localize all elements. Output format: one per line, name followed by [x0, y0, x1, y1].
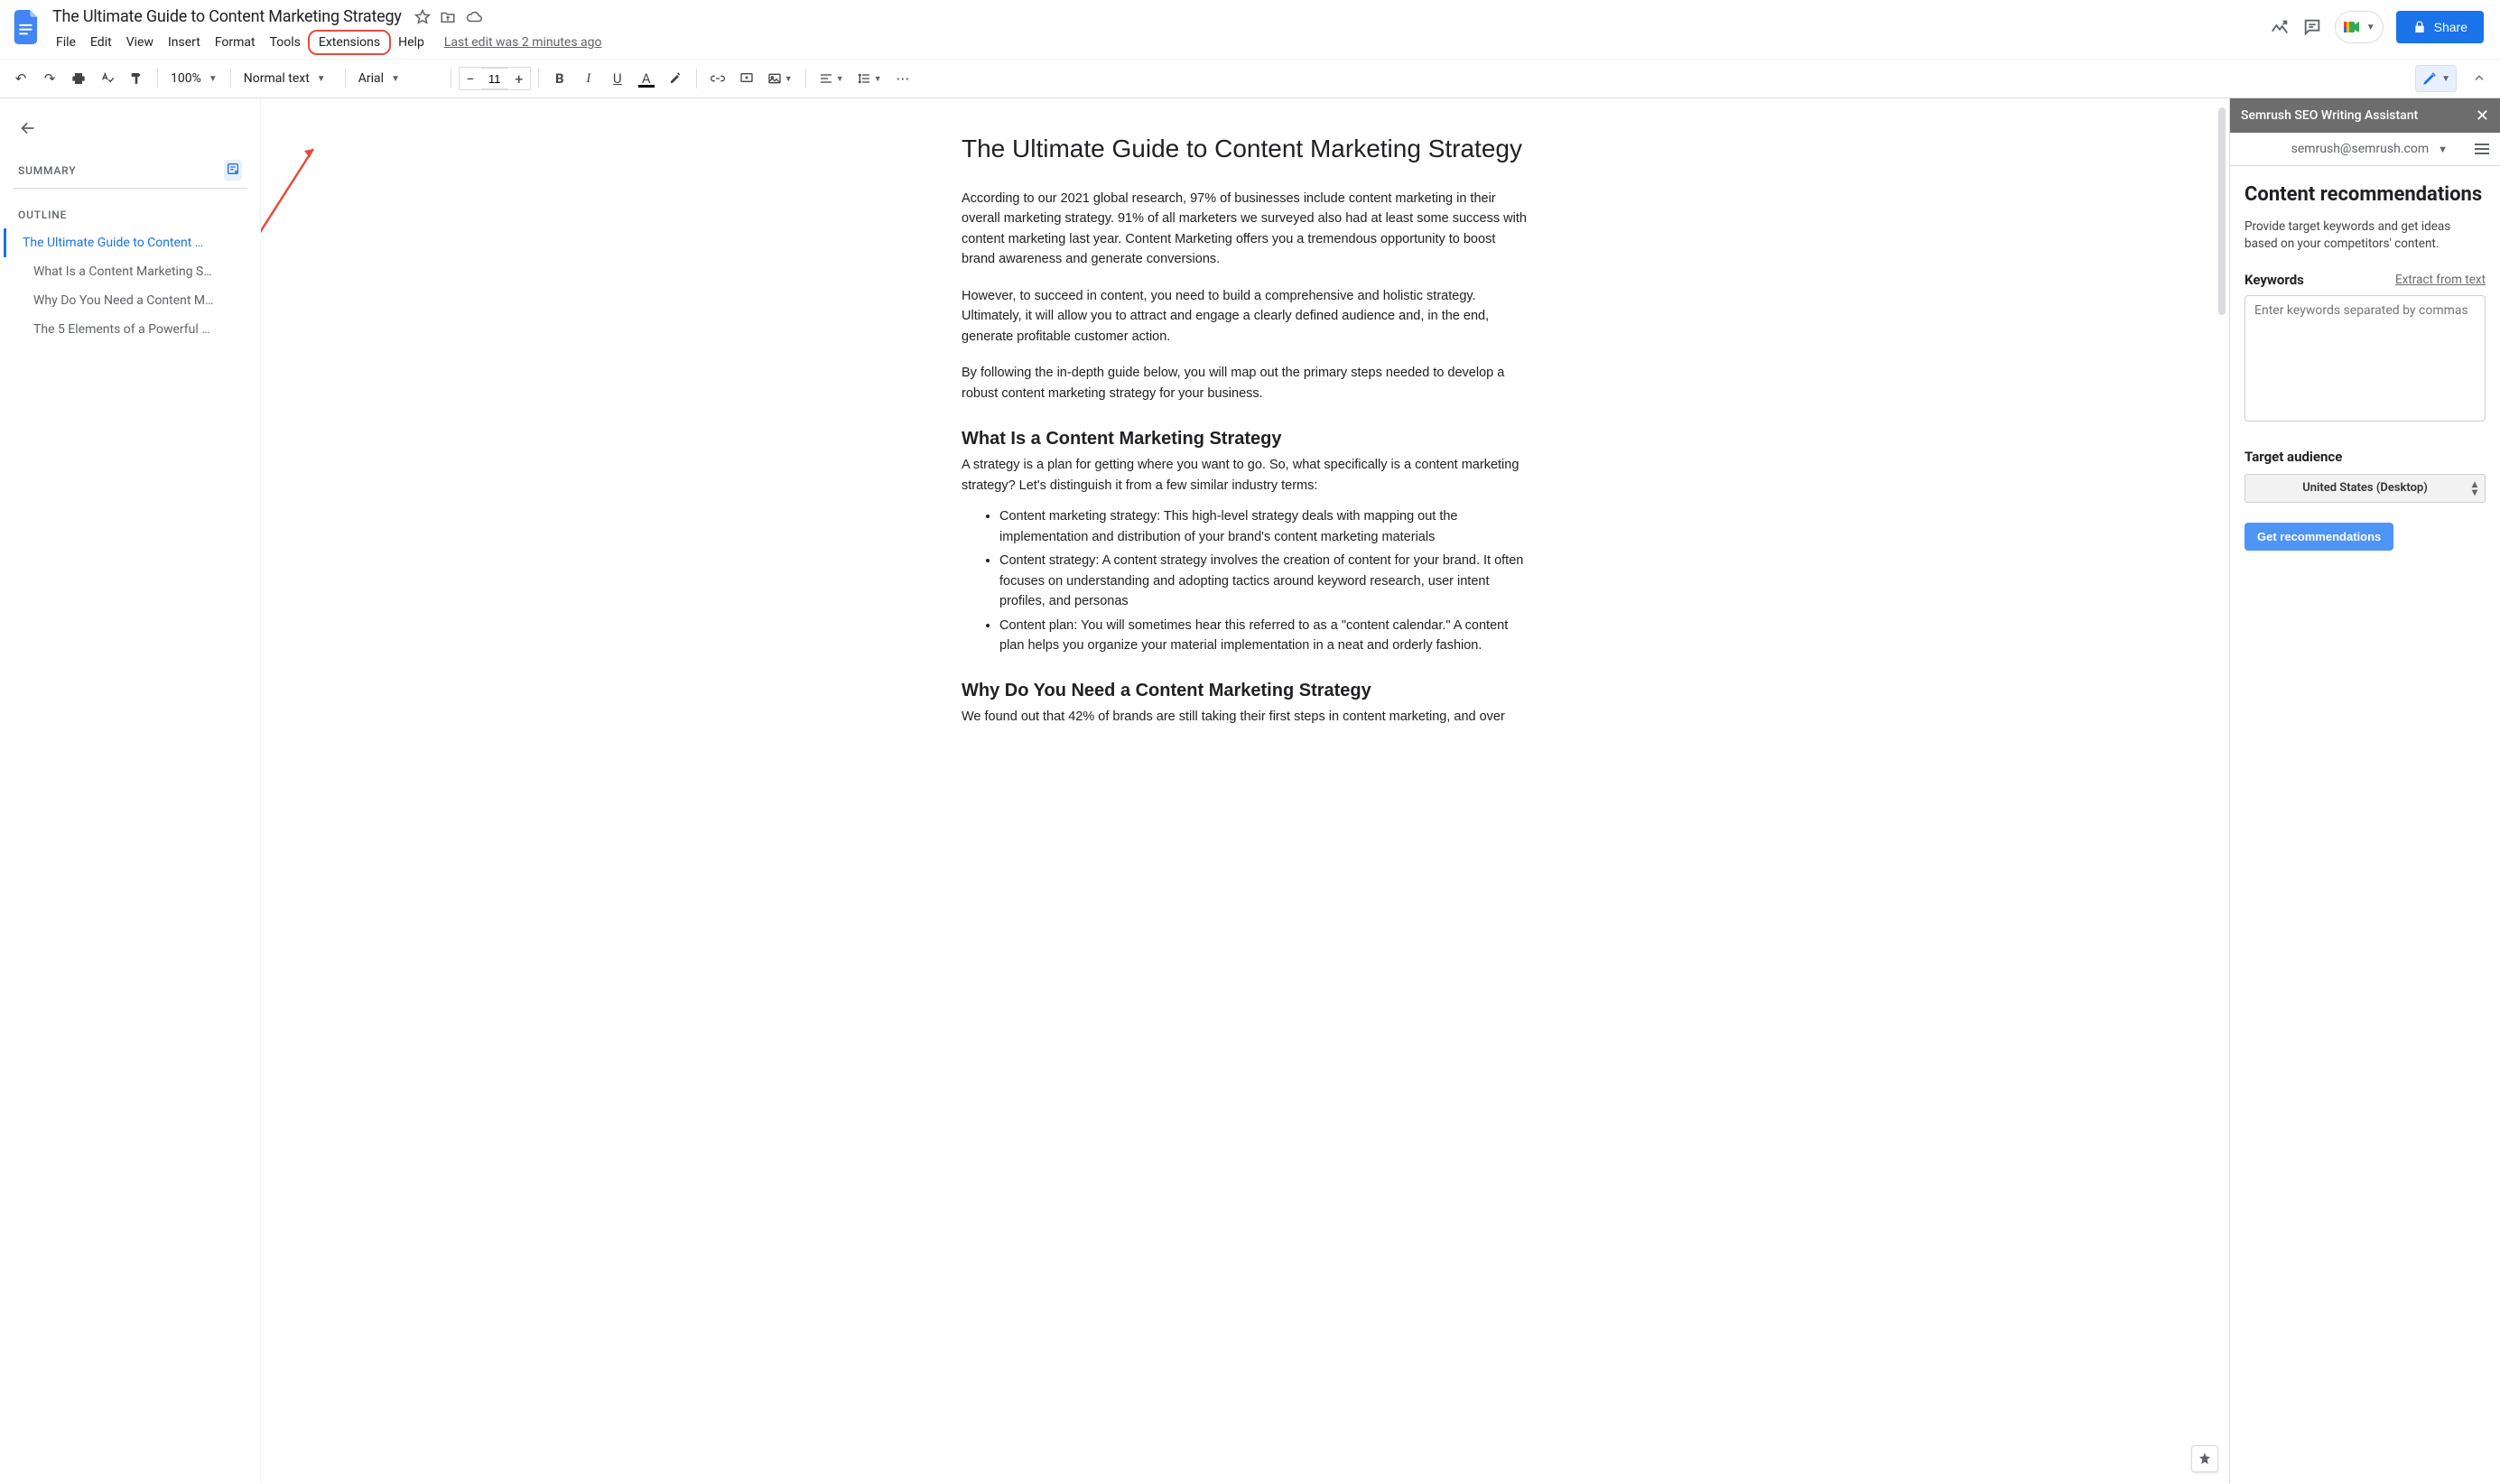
- decrease-font-button[interactable]: −: [460, 70, 481, 88]
- underline-button[interactable]: U: [604, 66, 631, 91]
- zoom-value: 100%: [171, 71, 201, 86]
- keywords-input[interactable]: [2244, 295, 2486, 422]
- semrush-panel: Semrush SEO Writing Assistant ✕ semrush@…: [2229, 98, 2500, 1483]
- redo-button[interactable]: ↷: [36, 66, 63, 91]
- spellcheck-button[interactable]: [94, 66, 121, 91]
- outline-pane: SUMMARY OUTLINE The Ultimate Guide to Co…: [0, 98, 260, 1483]
- list-item[interactable]: Content plan: You will sometimes hear th…: [999, 616, 1529, 656]
- updown-icon: ▴▾: [2472, 480, 2477, 496]
- align-button[interactable]: ▼: [813, 66, 850, 91]
- audience-value: United States (Desktop): [2302, 481, 2428, 495]
- explore-button[interactable]: [2191, 1445, 2218, 1472]
- paragraph-style-dropdown[interactable]: Normal text ▼: [238, 66, 338, 91]
- chevron-down-icon: ▼: [2438, 144, 2448, 155]
- chevron-down-icon: ▼: [209, 74, 218, 84]
- list-item[interactable]: Content strategy: A content strategy inv…: [999, 551, 1529, 611]
- font-size-input[interactable]: [481, 68, 508, 89]
- chevron-down-icon: ▼: [391, 74, 400, 84]
- panel-heading: Content recommendations: [2244, 182, 2486, 208]
- cloud-status-icon[interactable]: [465, 9, 483, 25]
- chevron-down-icon: ▼: [836, 74, 844, 84]
- add-comment-button[interactable]: [733, 66, 760, 91]
- get-recommendations-button[interactable]: Get recommendations: [2244, 523, 2393, 551]
- doc-h2[interactable]: What Is a Content Marketing Strategy: [962, 429, 1529, 450]
- outline-item[interactable]: The 5 Elements of a Powerful …: [4, 315, 247, 344]
- toolbar: ↶ ↷ 100%▼ Normal text▼ Arial▼ − + B I U …: [0, 59, 2500, 98]
- paragraph[interactable]: According to our 2021 global research, 9…: [962, 189, 1529, 270]
- last-edit-link[interactable]: Last edit was 2 minutes ago: [444, 35, 602, 50]
- docs-logo-icon[interactable]: [9, 5, 45, 49]
- bullet-list[interactable]: Content marketing strategy: This high-le…: [962, 506, 1529, 655]
- panel-description: Provide target keywords and get ideas ba…: [2244, 218, 2486, 254]
- menu-bar: File Edit View Insert Format Tools Exten…: [49, 28, 602, 59]
- doc-h1[interactable]: The Ultimate Guide to Content Marketing …: [962, 134, 1529, 163]
- chevron-down-icon: ▼: [2366, 23, 2375, 32]
- extract-from-text-link[interactable]: Extract from text: [2395, 273, 2486, 287]
- doc-h2[interactable]: Why Do You Need a Content Marketing Stra…: [962, 681, 1529, 701]
- paint-format-button[interactable]: [123, 66, 150, 91]
- increase-font-button[interactable]: +: [508, 70, 530, 88]
- chevron-down-icon: ▼: [785, 74, 793, 84]
- menu-extensions[interactable]: Extensions: [308, 30, 391, 55]
- move-icon[interactable]: [440, 9, 456, 25]
- line-spacing-button[interactable]: ▼: [851, 66, 888, 91]
- chevron-down-icon: ▼: [874, 74, 882, 84]
- bold-button[interactable]: B: [546, 66, 573, 91]
- style-value: Normal text: [244, 71, 310, 86]
- print-button[interactable]: [65, 66, 92, 91]
- editing-mode-dropdown[interactable]: ▼: [2415, 65, 2457, 92]
- font-size-stepper[interactable]: − +: [459, 67, 531, 90]
- paragraph[interactable]: A strategy is a plan for getting where y…: [962, 455, 1529, 496]
- annotation-arrow-icon: [260, 142, 324, 259]
- document-title[interactable]: The Ultimate Guide to Content Marketing …: [49, 5, 405, 28]
- keywords-label: Keywords: [2244, 272, 2304, 288]
- star-icon[interactable]: [414, 9, 431, 25]
- italic-button[interactable]: I: [575, 66, 602, 91]
- document-canvas[interactable]: The Ultimate Guide to Content Marketing …: [260, 98, 2229, 1483]
- text-color-button[interactable]: A: [633, 66, 660, 91]
- more-button[interactable]: ⋯: [889, 66, 916, 91]
- outline-item[interactable]: Why Do You Need a Content M…: [4, 286, 247, 315]
- menu-file[interactable]: File: [49, 32, 83, 53]
- paragraph[interactable]: However, to succeed in content, you need…: [962, 286, 1529, 347]
- menu-help[interactable]: Help: [391, 32, 432, 53]
- comments-icon[interactable]: [2302, 17, 2322, 37]
- share-button[interactable]: Share: [2396, 11, 2484, 43]
- add-summary-icon[interactable]: [224, 160, 242, 181]
- menu-format[interactable]: Format: [208, 32, 263, 53]
- activity-icon[interactable]: [2270, 17, 2290, 37]
- hide-menus-button[interactable]: [2466, 66, 2493, 91]
- close-icon[interactable]: ✕: [2476, 107, 2489, 125]
- undo-button[interactable]: ↶: [7, 66, 34, 91]
- outline-item[interactable]: What Is a Content Marketing S…: [4, 257, 247, 286]
- highlight-button[interactable]: [662, 66, 689, 91]
- menu-view[interactable]: View: [119, 32, 161, 53]
- paragraph[interactable]: By following the in-depth guide below, y…: [962, 363, 1529, 403]
- menu-insert[interactable]: Insert: [161, 32, 208, 53]
- font-dropdown[interactable]: Arial ▼: [353, 66, 443, 91]
- audience-select[interactable]: United States (Desktop) ▴▾: [2244, 474, 2486, 503]
- zoom-dropdown[interactable]: 100% ▼: [165, 66, 223, 91]
- meet-button[interactable]: ▼: [2335, 11, 2384, 43]
- chevron-down-icon: ▼: [2441, 74, 2450, 84]
- outline-heading: OUTLINE: [18, 209, 67, 221]
- panel-title: Semrush SEO Writing Assistant: [2241, 108, 2418, 123]
- list-item[interactable]: Content marketing strategy: This high-le…: [999, 506, 1529, 547]
- paragraph[interactable]: We found out that 42% of brands are stil…: [962, 707, 1529, 727]
- menu-tools[interactable]: Tools: [263, 32, 308, 53]
- chevron-down-icon: ▼: [317, 74, 326, 84]
- account-email[interactable]: semrush@semrush.com: [2291, 142, 2430, 156]
- panel-menu-icon[interactable]: [2475, 144, 2489, 154]
- outline-back-button[interactable]: [13, 115, 247, 153]
- summary-heading: SUMMARY: [18, 164, 76, 177]
- scrollbar[interactable]: [2218, 107, 2226, 315]
- share-label: Share: [2434, 20, 2467, 34]
- menu-edit[interactable]: Edit: [83, 32, 119, 53]
- title-bar: The Ultimate Guide to Content Marketing …: [0, 0, 2500, 59]
- insert-link-button[interactable]: [704, 66, 731, 91]
- target-audience-label: Target audience: [2244, 449, 2486, 465]
- insert-image-button[interactable]: ▼: [762, 66, 798, 91]
- font-value: Arial: [358, 71, 384, 86]
- outline-item[interactable]: The Ultimate Guide to Content …: [4, 228, 247, 257]
